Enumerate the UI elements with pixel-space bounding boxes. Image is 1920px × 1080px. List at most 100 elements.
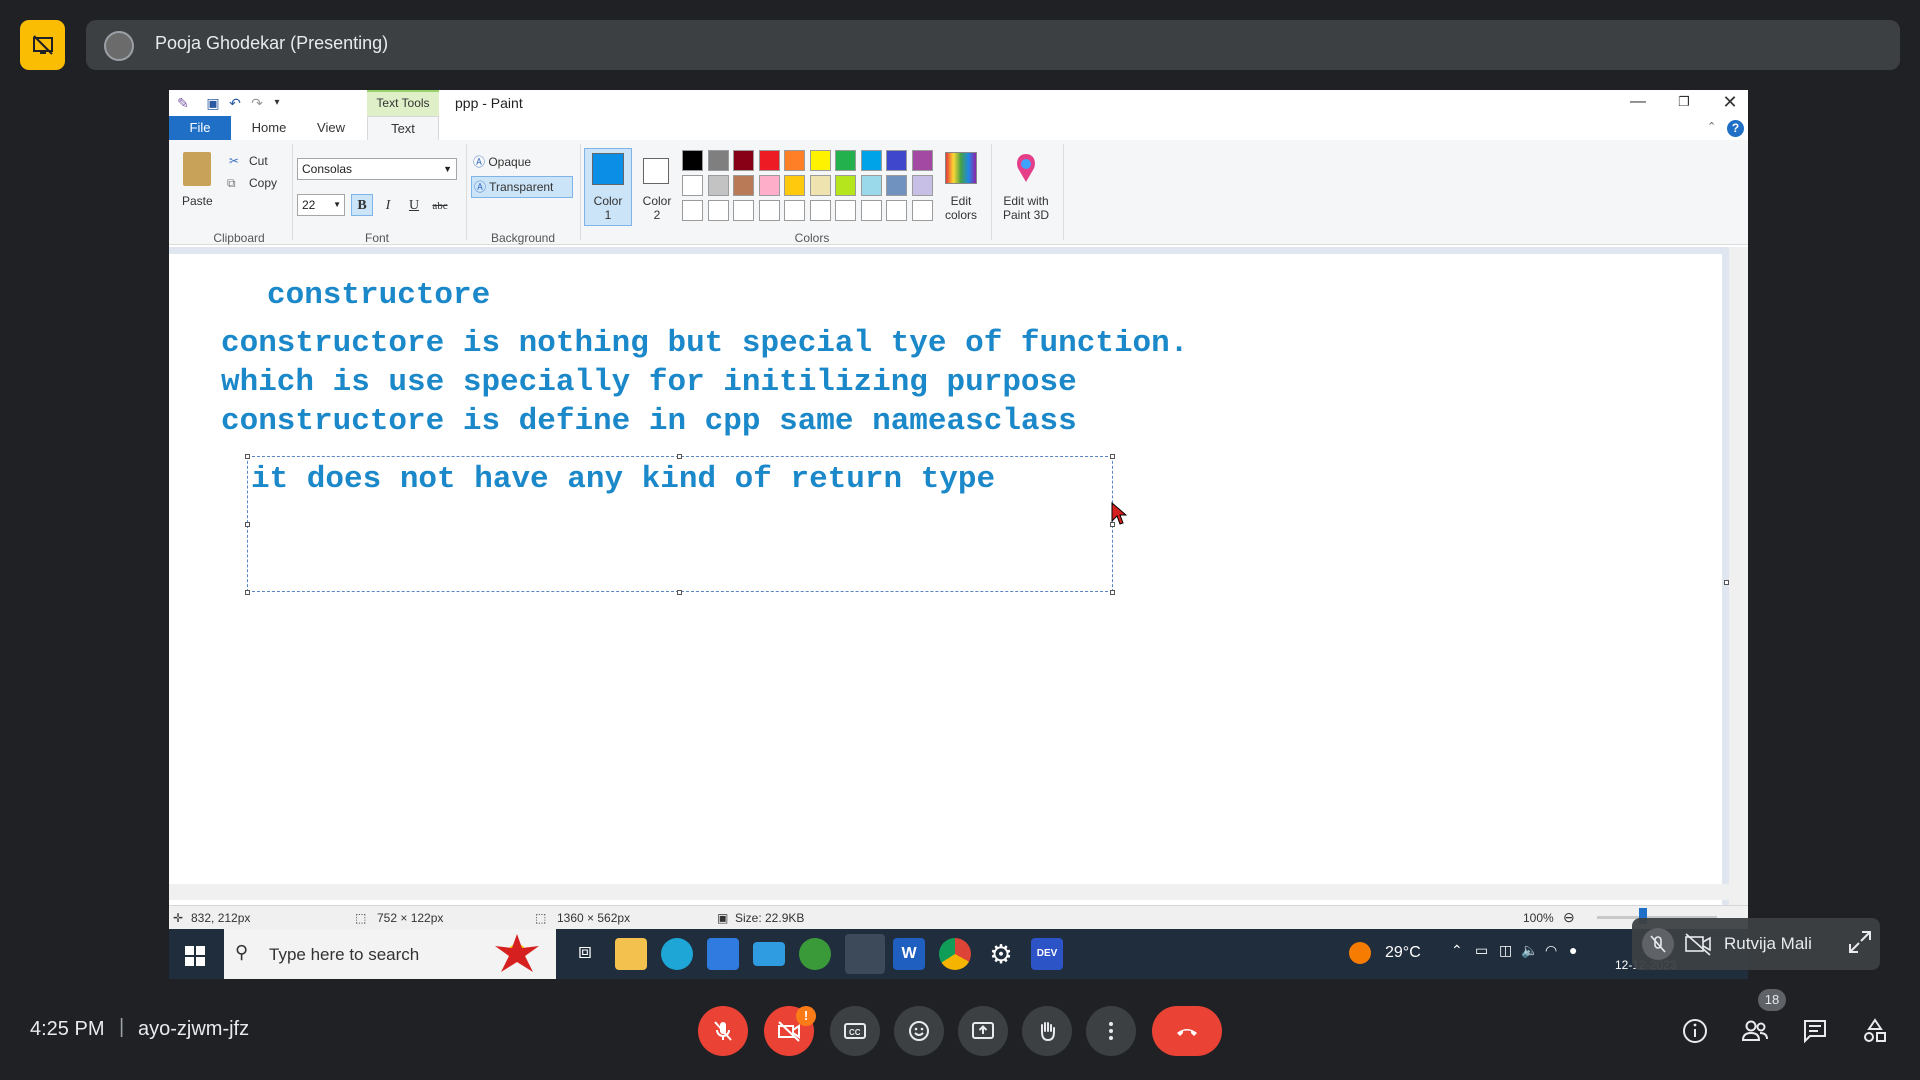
resize-handle[interactable] [1110, 454, 1115, 459]
activities-button[interactable] [1858, 1014, 1892, 1048]
wifi-icon[interactable]: ◠ [1545, 942, 1557, 959]
undo-icon[interactable]: ↶ [227, 95, 243, 111]
chat-button[interactable] [1798, 1014, 1832, 1048]
palette-swatch[interactable] [733, 175, 754, 196]
color-palette[interactable] [682, 150, 942, 226]
reactions-button[interactable] [894, 1006, 944, 1056]
weather-icon[interactable] [1349, 942, 1371, 964]
palette-swatch[interactable] [707, 150, 729, 171]
palette-swatch[interactable] [835, 175, 856, 196]
store-icon[interactable] [707, 938, 739, 970]
bold-button[interactable]: B [351, 194, 373, 216]
minimize-button[interactable]: — [1615, 90, 1661, 116]
palette-swatch[interactable] [784, 200, 805, 221]
settings-icon[interactable]: ⚙ [985, 938, 1017, 970]
color2-swatch[interactable] [643, 158, 669, 184]
devcpp-icon[interactable]: DEV [1031, 938, 1063, 970]
edit-with-paint3d-button[interactable]: Edit with Paint 3D [995, 194, 1057, 222]
raise-hand-button[interactable] [1022, 1006, 1072, 1056]
resize-handle[interactable] [1110, 590, 1115, 595]
tab-home[interactable]: Home [239, 116, 299, 140]
paste-icon[interactable] [183, 152, 211, 186]
palette-swatch[interactable] [733, 200, 754, 221]
underline-button[interactable]: U [403, 194, 425, 216]
leave-call-button[interactable] [1152, 1006, 1222, 1056]
expand-icon[interactable] [1846, 928, 1874, 956]
palette-swatch[interactable] [784, 150, 805, 171]
palette-swatch[interactable] [860, 150, 882, 171]
edit-colors-icon[interactable] [945, 152, 977, 184]
transparent-option[interactable]: Ⓐ Transparent [471, 176, 573, 198]
color2-label[interactable]: Color 2 [633, 194, 681, 222]
word-icon[interactable]: W [893, 938, 925, 970]
close-button[interactable]: ✕ [1707, 90, 1748, 116]
palette-swatch[interactable] [809, 175, 831, 196]
resize-handle[interactable] [677, 454, 682, 459]
palette-swatch[interactable] [707, 175, 729, 196]
help-icon[interactable]: ? [1727, 120, 1744, 137]
resize-handle[interactable] [245, 454, 250, 459]
paint3d-icon[interactable] [1011, 152, 1041, 184]
taskbar-search-placeholder[interactable]: Type here to search [269, 945, 419, 965]
presentation-icon[interactable] [20, 20, 65, 70]
palette-swatch[interactable] [784, 175, 805, 196]
edge-icon[interactable] [661, 938, 693, 970]
resize-handle[interactable] [245, 590, 250, 595]
meet-now-icon[interactable]: ◫ [1499, 942, 1512, 959]
font-size-select[interactable]: 22 ▼ [297, 194, 345, 216]
palette-swatch[interactable] [886, 175, 907, 196]
task-view-icon[interactable]: ⧈ [569, 938, 601, 970]
text-input-value[interactable]: it does not have any kind of return type [251, 462, 995, 497]
cut-button[interactable]: Cut [249, 154, 268, 168]
redo-icon[interactable]: ↷ [249, 95, 265, 111]
strikethrough-button[interactable]: abc [429, 194, 451, 216]
speaker-icon[interactable]: 🔈 [1521, 942, 1538, 959]
battery-icon[interactable]: ▭ [1475, 942, 1488, 959]
vertical-scrollbar[interactable] [1729, 247, 1748, 954]
tab-view[interactable]: View [303, 116, 359, 140]
people-button[interactable] [1738, 1014, 1772, 1048]
palette-swatch[interactable] [758, 200, 780, 221]
palette-swatch[interactable] [835, 150, 856, 171]
meeting-details-button[interactable] [1678, 1014, 1712, 1048]
palette-swatch[interactable] [733, 150, 754, 171]
palette-swatch[interactable] [758, 175, 780, 196]
captions-button[interactable]: CC [830, 1006, 880, 1056]
palette-swatch[interactable] [911, 150, 933, 171]
font-family-select[interactable]: Consolas ▼ [297, 158, 457, 180]
resize-handle[interactable] [245, 522, 250, 527]
paint-taskbar-icon[interactable] [845, 934, 885, 974]
tab-text[interactable]: Text [367, 116, 439, 140]
microphone-icon[interactable]: ● [1569, 942, 1577, 958]
palette-swatch[interactable] [809, 200, 831, 221]
file-explorer-icon[interactable] [615, 938, 647, 970]
palette-swatch[interactable] [809, 150, 831, 171]
palette-swatch[interactable] [682, 200, 703, 221]
edit-colors-button[interactable]: Edit colors [937, 194, 985, 222]
mic-toggle-button[interactable] [698, 1006, 748, 1056]
mail-icon[interactable] [753, 942, 785, 966]
palette-swatch[interactable] [835, 200, 856, 221]
copy-icon[interactable]: ⧉ [227, 176, 236, 191]
italic-button[interactable]: I [377, 194, 399, 216]
save-icon[interactable]: ▣ [205, 95, 221, 111]
app-icon[interactable] [799, 938, 831, 970]
paste-button[interactable]: Paste [182, 194, 213, 208]
present-now-button[interactable] [958, 1006, 1008, 1056]
copy-button[interactable]: Copy [249, 176, 277, 190]
palette-swatch[interactable] [911, 175, 933, 196]
opaque-option[interactable]: Ⓐ Opaque [473, 152, 573, 172]
zoom-out-button[interactable]: ⊖ [1563, 909, 1575, 926]
temperature[interactable]: 29°C [1385, 944, 1421, 962]
palette-swatch[interactable] [886, 150, 907, 171]
windows-start-icon[interactable] [185, 946, 205, 966]
tab-file[interactable]: File [169, 116, 231, 140]
restore-button[interactable]: ❐ [1661, 90, 1707, 116]
palette-swatch[interactable] [682, 175, 703, 196]
more-options-button[interactable] [1086, 1006, 1136, 1056]
tray-overflow-icon[interactable]: ⌃ [1451, 942, 1463, 959]
customize-toolbar-icon[interactable]: ▾ [269, 95, 285, 111]
palette-swatch[interactable] [707, 200, 729, 221]
horizontal-scrollbar[interactable] [169, 884, 1729, 900]
palette-swatch[interactable] [758, 150, 780, 171]
